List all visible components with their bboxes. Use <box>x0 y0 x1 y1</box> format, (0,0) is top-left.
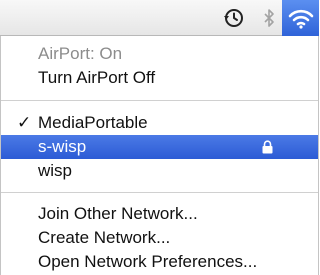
network-item-s-wisp[interactable]: s-wisp <box>1 135 318 159</box>
airport-status: AirPort: On <box>38 44 123 63</box>
checkmark-icon: ✓ <box>17 113 32 132</box>
open-network-preferences-item[interactable]: Open Network Preferences... <box>1 250 318 274</box>
join-other-network-item[interactable]: Join Other Network... <box>1 202 318 226</box>
time-machine-icon <box>224 9 243 27</box>
lock-icon <box>262 140 273 154</box>
bluetooth-icon <box>264 9 274 27</box>
time-machine-menu-extra[interactable] <box>218 0 250 36</box>
airport-menu: AirPort: On Turn AirPort Off ✓ MediaPort… <box>0 36 319 275</box>
turn-airport-off-item[interactable]: Turn AirPort Off <box>1 66 318 90</box>
menu-separator <box>1 192 318 193</box>
menu-bar <box>0 0 319 36</box>
bluetooth-menu-extra[interactable] <box>258 0 280 36</box>
network-name: s-wisp <box>38 137 87 156</box>
network-name: MediaPortable <box>38 113 148 132</box>
network-item-wisp[interactable]: wisp <box>1 159 318 183</box>
network-name: wisp <box>38 161 73 180</box>
network-item-mediaportable[interactable]: ✓ MediaPortable <box>1 111 318 135</box>
menu-separator <box>1 100 318 101</box>
create-network-item[interactable]: Create Network... <box>1 226 318 250</box>
wifi-menu-extra[interactable] <box>282 0 319 36</box>
wifi-icon <box>288 9 313 29</box>
